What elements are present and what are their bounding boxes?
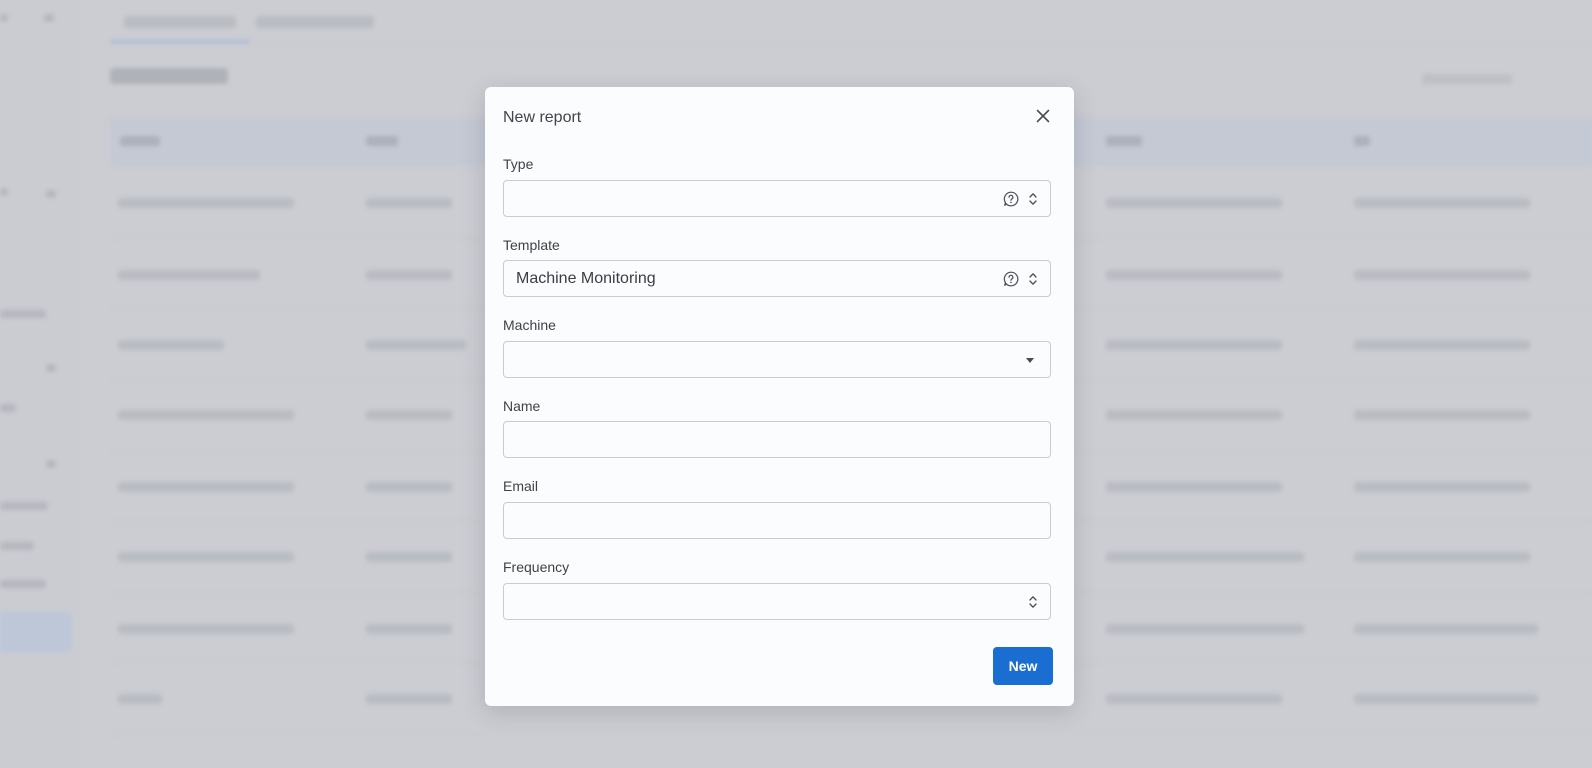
help-circle-icon[interactable] [1003, 271, 1019, 287]
new-report-dialog: New report Type Template Machine Monitor… [485, 87, 1074, 706]
updown-chevrons-icon [1029, 596, 1037, 608]
caret-down-icon [1026, 358, 1034, 363]
template-select[interactable]: Machine Monitoring [503, 260, 1051, 297]
frequency-select[interactable] [503, 583, 1051, 620]
frequency-label: Frequency [503, 559, 570, 575]
name-input[interactable] [504, 422, 1050, 457]
new-button[interactable]: New [993, 647, 1053, 685]
name-label: Name [503, 398, 541, 414]
close-icon [1036, 109, 1050, 123]
template-label: Template [503, 237, 560, 253]
updown-chevrons-icon [1029, 193, 1037, 205]
machine-label: Machine [503, 317, 556, 333]
updown-chevrons-icon [1029, 273, 1037, 285]
email-label: Email [503, 478, 539, 494]
help-circle-icon[interactable] [1003, 191, 1019, 207]
type-label: Type [503, 156, 534, 172]
type-select[interactable] [503, 180, 1051, 217]
email-input[interactable] [504, 503, 1050, 538]
name-field[interactable] [503, 421, 1051, 458]
machine-dropdown[interactable] [503, 341, 1051, 378]
close-button[interactable] [1033, 106, 1053, 126]
dialog-title: New report [503, 109, 582, 126]
email-field[interactable] [503, 502, 1051, 539]
template-value: Machine Monitoring [516, 270, 656, 287]
